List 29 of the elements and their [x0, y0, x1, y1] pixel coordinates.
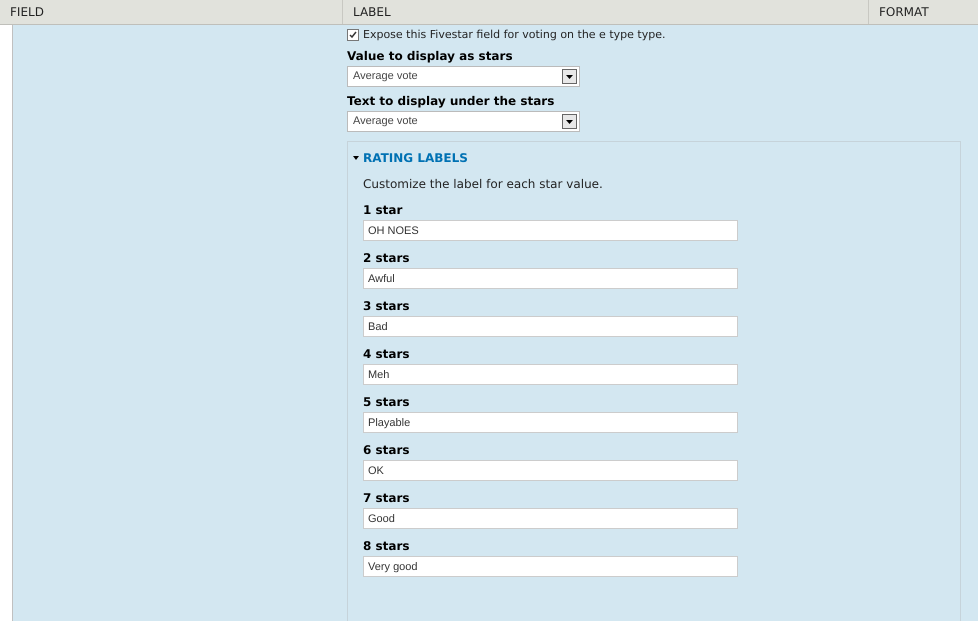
- select-dropdown[interactable]: Average vote: [347, 111, 580, 132]
- text-field[interactable]: OH NOES: [363, 220, 738, 241]
- text-field[interactable]: Good: [363, 508, 738, 529]
- fieldset-description: Customize the label for each star value.: [363, 176, 604, 192]
- field-label: 6 stars: [363, 442, 411, 458]
- field-label: Value to display as stars: [347, 48, 514, 64]
- field-label: Text to display under the stars: [347, 93, 556, 109]
- field-label: 3 stars: [363, 298, 411, 314]
- field-label: 8 stars: [363, 538, 411, 554]
- text-field[interactable]: Meh: [363, 364, 738, 385]
- fieldset-toggle[interactable]: RATING LABELS: [353, 150, 960, 166]
- field-label: 4 stars: [363, 346, 411, 362]
- text-field[interactable]: Very good: [363, 556, 738, 577]
- select-dropdown[interactable]: Average vote: [347, 66, 580, 87]
- expose-checkbox[interactable]: [347, 29, 359, 41]
- text-field[interactable]: Awful: [363, 268, 738, 289]
- column-header: FIELD: [9, 4, 45, 21]
- field-label: 5 stars: [363, 394, 411, 410]
- field-label: 2 stars: [363, 250, 411, 266]
- column-header: FORMAT: [868, 0, 978, 24]
- checkmark-icon: [349, 31, 357, 39]
- caret-icon: [353, 156, 359, 160]
- text-field[interactable]: OK: [363, 460, 738, 481]
- field-label: 7 stars: [363, 490, 411, 506]
- text-field[interactable]: Playable: [363, 412, 738, 433]
- text-field[interactable]: Bad: [363, 316, 738, 337]
- column-header: LABEL: [342, 0, 868, 24]
- checkbox-label: Expose this Fivestar field for voting on the e type type.: [363, 26, 666, 43]
- field-label: 1 star: [363, 202, 404, 218]
